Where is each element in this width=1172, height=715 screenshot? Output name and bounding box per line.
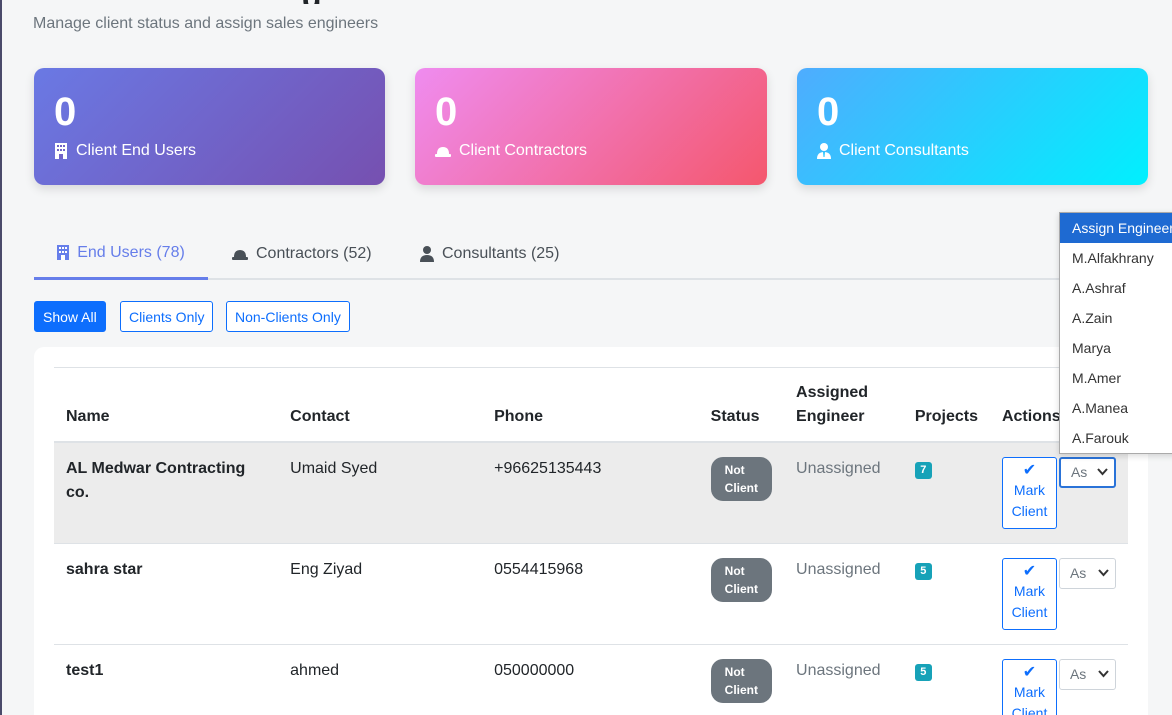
cell-contact: Umaid Syed	[278, 441, 483, 544]
non-clients-only-button[interactable]: Non-Clients Only	[226, 301, 350, 332]
dropdown-option[interactable]: A.Ashraf	[1060, 273, 1172, 303]
stat-label: Client End Users	[76, 142, 197, 159]
cell-engineer: Unassigned	[784, 644, 903, 715]
assign-engineer-select[interactable]: As	[1058, 658, 1116, 690]
tab-consultants[interactable]: Consultants (25)	[406, 228, 573, 280]
status-badge: Not Client	[710, 557, 773, 602]
tab-label: End Users (78)	[77, 243, 185, 261]
projects-badge: 5	[914, 562, 932, 580]
cell-actions: ✔ Mark Client As	[989, 543, 1128, 645]
cell-status: Not Client	[698, 543, 785, 645]
col-contact: Contact	[278, 367, 483, 443]
stat-label: Client Contractors	[459, 142, 588, 159]
building-icon	[54, 143, 68, 159]
hard-hat-icon	[232, 248, 248, 260]
tab-end-users[interactable]: End Users (78)	[34, 228, 208, 280]
check-icon: ✔	[1022, 663, 1037, 681]
cell-phone: 050000000	[482, 644, 699, 715]
col-status: Status	[698, 367, 785, 443]
check-icon: ✔	[1022, 461, 1037, 479]
cell-status: Not Client	[698, 644, 785, 715]
cell-actions: ✔ Mark Client As	[989, 441, 1128, 544]
stat-label: Client Consultants	[839, 142, 969, 159]
chevron-down-icon	[1098, 569, 1109, 577]
cell-contact: ahmed	[278, 644, 483, 715]
engineer-dropdown-list: Assign Engineer... M.Alfakhrany A.Ashraf…	[1059, 212, 1172, 454]
dropdown-option[interactable]: M.Alfakhrany	[1060, 243, 1172, 273]
clients-only-button[interactable]: Clients Only	[120, 301, 214, 332]
building-icon	[57, 245, 70, 260]
dropdown-option[interactable]: A.Manea	[1060, 393, 1172, 423]
assign-engineer-select[interactable]: As	[1058, 456, 1116, 488]
cell-contact: Eng Ziyad	[278, 543, 483, 645]
cell-name: test1	[54, 644, 279, 715]
tab-label: Contractors (52)	[256, 245, 372, 262]
cell-projects: 5	[902, 543, 990, 645]
dropdown-option[interactable]: A.Zain	[1060, 303, 1172, 333]
clients-table: Name Contact Phone Status Assigned Engine…	[54, 367, 1128, 715]
table-row: sahra star Eng Ziyad 0554415968 Not Clien…	[54, 543, 1128, 645]
cell-status: Not Client	[698, 441, 785, 544]
status-badge: Not Client	[710, 456, 773, 501]
cell-name: AL Medwar Contracting co.	[54, 441, 279, 544]
col-projects: Projects	[902, 367, 990, 443]
clients-table-card: Name Contact Phone Status Assigned Engine…	[34, 347, 1148, 715]
stat-value: 0	[817, 90, 840, 134]
cell-phone: +96625135443	[482, 441, 699, 544]
tab-contractors[interactable]: Contractors (52)	[218, 228, 386, 280]
cell-projects: 7	[902, 441, 990, 544]
stat-card-end-users: 0 Client End Users	[34, 68, 385, 185]
page-title: g	[302, 0, 342, 4]
hard-hat-icon	[435, 145, 451, 157]
mark-client-button[interactable]: ✔ Mark Client	[1001, 456, 1057, 529]
dropdown-option[interactable]: M.Amer	[1060, 363, 1172, 393]
cell-engineer: Unassigned	[784, 543, 903, 645]
mark-client-button[interactable]: ✔ Mark Client	[1001, 658, 1057, 715]
user-tie-icon	[420, 246, 434, 262]
dropdown-option[interactable]: A.Farouk	[1060, 423, 1172, 453]
projects-badge: 5	[914, 663, 932, 681]
cell-projects: 5	[902, 644, 990, 715]
col-name: Name	[54, 367, 279, 443]
table-header-row: Name Contact Phone Status Assigned Engine…	[54, 367, 1128, 443]
tab-label: Consultants (25)	[442, 245, 560, 262]
chevron-down-icon	[1097, 468, 1108, 476]
stat-value: 0	[435, 90, 458, 134]
assign-engineer-select[interactable]: As	[1058, 557, 1116, 589]
status-badge: Not Client	[710, 658, 773, 703]
table-row: test1 ahmed 050000000 Not Client Unassign…	[54, 644, 1128, 715]
stat-card-contractors: 0 Client Contractors	[415, 68, 767, 185]
page-subtitle: Manage client status and assign sales en…	[33, 15, 379, 32]
table-row: AL Medwar Contracting co. Umaid Syed +96…	[54, 441, 1128, 544]
cell-phone: 0554415968	[482, 543, 699, 645]
mark-client-button[interactable]: ✔ Mark Client	[1001, 557, 1057, 630]
cell-name: sahra star	[54, 543, 279, 645]
show-all-button[interactable]: Show All	[34, 301, 106, 332]
user-tie-icon	[817, 143, 831, 159]
projects-badge: 7	[914, 461, 932, 479]
dropdown-option[interactable]: Marya	[1060, 333, 1172, 363]
category-tabs: End Users (78) Contractors (52) Consulta…	[34, 228, 1148, 280]
check-icon: ✔	[1022, 562, 1037, 580]
col-phone: Phone	[482, 367, 699, 443]
cell-actions: ✔ Mark Client As	[989, 644, 1128, 715]
cell-engineer: Unassigned	[784, 441, 903, 544]
dropdown-option[interactable]: Assign Engineer...	[1060, 213, 1172, 243]
stat-card-consultants: 0 Client Consultants	[797, 68, 1148, 185]
stat-value: 0	[54, 90, 77, 134]
col-assigned-engineer: Assigned Engineer	[784, 367, 903, 443]
chevron-down-icon	[1098, 670, 1109, 678]
